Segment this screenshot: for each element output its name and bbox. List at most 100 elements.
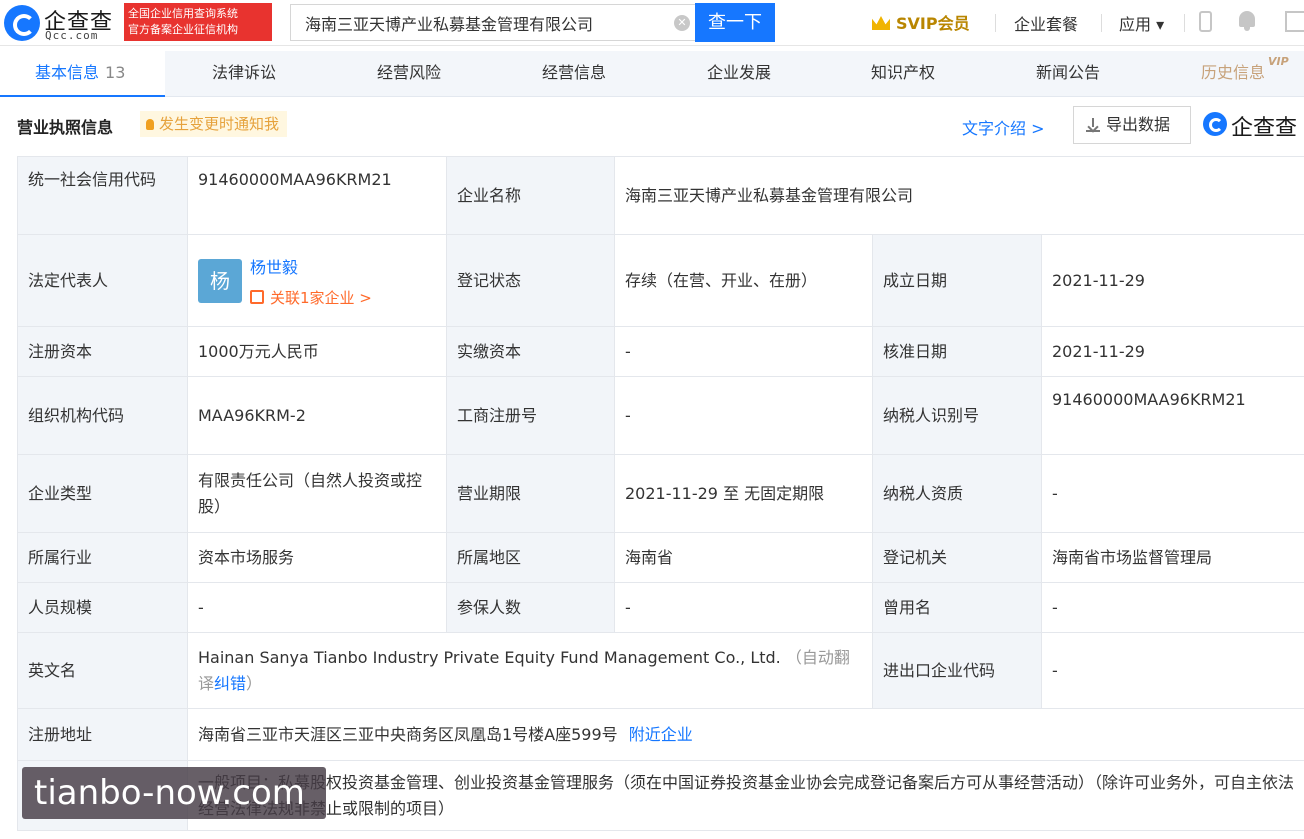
industry-value: 资本市场服务	[187, 532, 447, 583]
taxpayer-id-value[interactable]: 91460000MAA96KRM21	[1040, 376, 1304, 455]
table-row: 法定代表人 杨 杨世毅 关联1家企业 > 登记状态 存续（在营、开业、在册） 成…	[17, 234, 1304, 327]
company-type-value: 有限责任公司（自然人投资或控股）	[187, 454, 447, 533]
user-icon[interactable]	[1285, 11, 1304, 32]
org-code-value[interactable]: MAA96KRM-2	[187, 376, 447, 455]
found-date-value: 2021-11-29	[1040, 234, 1304, 327]
tab-risk[interactable]: 经营风险	[377, 51, 441, 97]
staff-size-label: 人员规模	[17, 582, 188, 633]
tab-operations[interactable]: 经营信息	[542, 51, 606, 97]
biz-reg-no-value: -	[614, 376, 873, 455]
business-scope-value: 一般项目：私募股权投资基金管理、创业投资基金管理服务（须在中国证券投资基金业协会…	[186, 760, 1304, 831]
biz-reg-no-label: 工商注册号	[446, 376, 615, 455]
staff-size-value: -	[187, 582, 447, 633]
org-code-label: 组织机构代码	[17, 376, 188, 455]
logo-text-en: Qcc.com	[45, 29, 99, 42]
tab-legal[interactable]: 法律诉讼	[212, 51, 276, 97]
industry-label: 所属行业	[17, 532, 188, 583]
auto-translate-close: ）	[246, 673, 263, 693]
badge-line-1: 全国企业信用查询系统	[128, 7, 238, 20]
tab-basic-info[interactable]: 基本信息 13	[0, 51, 165, 97]
table-row: 所属行业 资本市场服务 所属地区 海南省 登记机关 海南省市场监督管理局	[17, 532, 1304, 583]
taxpayer-qual-label: 纳税人资质	[872, 454, 1042, 533]
header-divider	[1101, 14, 1102, 32]
company-name-label: 企业名称	[446, 156, 615, 235]
svip-link[interactable]: SVIP会员	[872, 10, 970, 34]
clear-icon[interactable]: ✕	[674, 15, 690, 31]
company-name-value[interactable]: 海南三亚天博产业私募基金管理有限公司	[613, 156, 1304, 235]
insured-label: 参保人数	[446, 582, 615, 633]
phone-icon[interactable]	[1199, 11, 1212, 32]
header-divider	[995, 14, 996, 32]
qcc-logo[interactable]: 企查查 Qcc.com	[4, 4, 120, 42]
reg-capital-label: 注册资本	[17, 326, 188, 377]
paid-capital-label: 实缴资本	[446, 326, 615, 377]
import-export-label: 进出口企业代码	[872, 632, 1042, 709]
bell-icon[interactable]	[1238, 11, 1256, 31]
taxpayer-id-label: 纳税人识别号	[872, 376, 1042, 455]
search-button[interactable]: 查一下	[695, 3, 775, 42]
table-row: 英文名 Hainan Sanya Tianbo Industry Private…	[17, 632, 1304, 709]
related-label: 关联1家企业 >	[270, 288, 372, 307]
export-button[interactable]: 导出数据	[1073, 106, 1191, 144]
watermark: tianbo-now.com	[22, 767, 326, 819]
svip-label: SVIP会员	[896, 14, 970, 33]
region-label: 所属地区	[446, 532, 615, 583]
package-link[interactable]: 企业套餐	[1014, 11, 1078, 35]
badge-line-2: 官方备案企业征信机构	[128, 23, 238, 36]
biz-term-value: 2021-11-29 至 无固定期限	[614, 454, 873, 533]
crown-icon	[872, 16, 890, 30]
former-name-label: 曾用名	[872, 582, 1042, 633]
section-title: 营业执照信息	[17, 118, 114, 137]
correct-error-link[interactable]: 纠错	[214, 674, 246, 693]
download-icon	[1086, 118, 1100, 132]
english-name-value[interactable]: Hainan Sanya Tianbo Industry Private Equ…	[198, 648, 781, 667]
reg-status-value: 存续（在营、开业、在册）	[614, 234, 873, 327]
business-license-table: 统一社会信用代码 91460000MAA96KRM21 企业名称 海南三亚天博产…	[17, 156, 1304, 831]
relation-icon	[250, 289, 264, 304]
tab-bar: 基本信息 13 法律诉讼 经营风险 经营信息 企业发展 知识产权 新闻公告 历史信…	[0, 51, 1304, 97]
tab-history[interactable]: 历史信息	[1201, 51, 1265, 97]
approve-date-value: 2021-11-29	[1040, 326, 1304, 377]
credit-code-value[interactable]: 91460000MAA96KRM21	[187, 156, 447, 235]
avatar[interactable]: 杨	[198, 258, 242, 303]
english-name-label: 英文名	[17, 632, 188, 709]
text-intro-link[interactable]: 文字介绍 >	[962, 115, 1045, 139]
legal-rep-name[interactable]: 杨世毅	[250, 255, 298, 281]
notify-label: 发生变更时通知我	[159, 115, 280, 133]
qcc-logo-icon	[4, 5, 40, 41]
table-row: 统一社会信用代码 91460000MAA96KRM21 企业名称 海南三亚天博产…	[17, 156, 1304, 235]
english-name-cell: Hainan Sanya Tianbo Industry Private Equ…	[187, 632, 873, 709]
tab-ip[interactable]: 知识产权	[871, 51, 935, 97]
insured-value: -	[614, 582, 873, 633]
reg-authority-label: 登记机关	[872, 532, 1042, 583]
notify-button[interactable]: 发生变更时通知我	[140, 111, 288, 137]
nearby-companies-link[interactable]: 附近企业	[629, 725, 693, 744]
table-row: 企业类型 有限责任公司（自然人投资或控股） 营业期限 2021-11-29 至 …	[17, 454, 1304, 533]
brand-logo-icon	[1203, 112, 1227, 136]
tab-label: 基本信息	[35, 63, 100, 82]
table-row: 人员规模 - 参保人数 - 曾用名 -	[17, 582, 1304, 633]
biz-term-label: 营业期限	[446, 454, 615, 533]
tab-development[interactable]: 企业发展	[707, 51, 771, 97]
legal-rep-label: 法定代表人	[17, 234, 188, 327]
header-divider	[1184, 14, 1185, 32]
paid-capital-value: -	[614, 326, 873, 377]
address-value[interactable]: 海南省三亚市天涯区三亚中央商务区凤凰岛1号楼A座599号	[198, 725, 618, 744]
search-input[interactable]	[291, 5, 696, 40]
related-companies-link[interactable]: 关联1家企业 >	[250, 285, 372, 311]
official-badge: 全国企业信用查询系统 官方备案企业征信机构	[124, 3, 272, 41]
legal-rep-box: 杨 杨世毅 关联1家企业 >	[198, 251, 436, 311]
import-export-value: -	[1040, 632, 1304, 709]
reg-capital-value: 1000万元人民币	[187, 326, 447, 377]
tab-news[interactable]: 新闻公告	[1036, 51, 1100, 97]
table-row: 组织机构代码 MAA96KRM-2 工商注册号 - 纳税人识别号 9146000…	[17, 376, 1304, 455]
taxpayer-qual-value: -	[1040, 454, 1304, 533]
credit-code-label: 统一社会信用代码	[17, 156, 188, 235]
reg-status-label: 登记状态	[446, 234, 615, 327]
table-row: 注册资本 1000万元人民币 实缴资本 - 核准日期 2021-11-29	[17, 326, 1304, 377]
legal-rep-cell: 杨 杨世毅 关联1家企业 >	[187, 234, 447, 327]
search-box: ✕	[290, 4, 696, 41]
table-row: 注册地址 海南省三亚市天涯区三亚中央商务区凤凰岛1号楼A座599号 附近企业	[17, 708, 1304, 761]
apps-menu[interactable]: 应用 ▾	[1119, 11, 1164, 35]
top-header: 企查查 Qcc.com 全国企业信用查询系统 官方备案企业征信机构 ✕ 查一下 …	[0, 0, 1304, 46]
